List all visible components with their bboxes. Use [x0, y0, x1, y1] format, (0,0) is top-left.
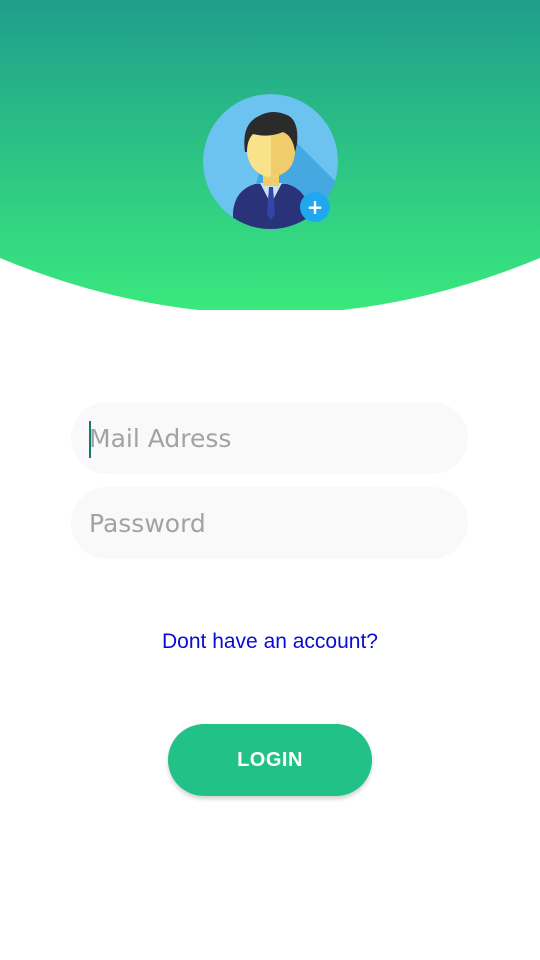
password-input[interactable] — [89, 487, 468, 559]
text-caret — [89, 421, 91, 458]
signup-link[interactable]: Dont have an account? — [0, 630, 540, 654]
add-photo-button[interactable]: + — [300, 192, 330, 222]
password-field[interactable] — [71, 487, 468, 559]
email-input[interactable] — [89, 402, 468, 474]
plus-icon: + — [306, 195, 324, 219]
login-button[interactable]: LOGIN — [168, 724, 372, 796]
avatar-container[interactable]: + — [203, 94, 339, 230]
email-field[interactable] — [71, 402, 468, 474]
login-screen: + Dont have an account? LOGIN — [0, 0, 540, 960]
